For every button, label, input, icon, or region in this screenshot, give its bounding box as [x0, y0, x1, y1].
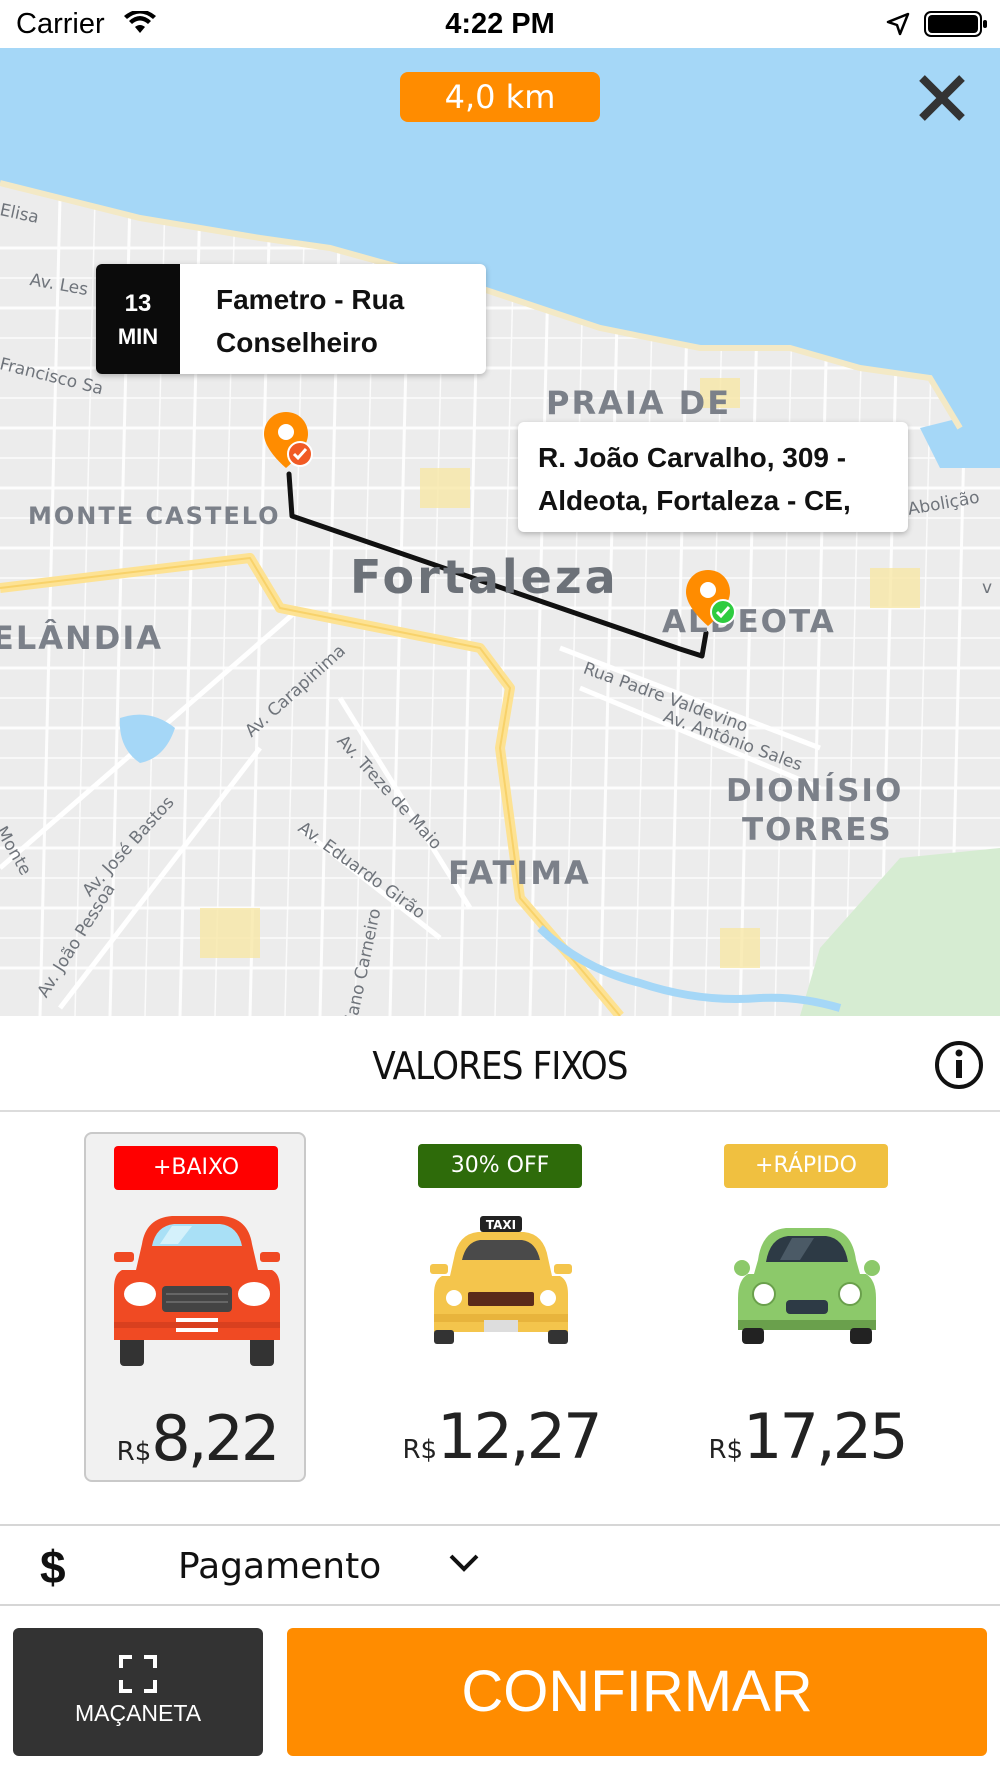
eta-value: 13 — [124, 290, 152, 317]
status-bar: Carrier 4:22 PM — [0, 0, 1000, 48]
handle-button[interactable]: MAÇANETA — [13, 1628, 263, 1756]
green-car-icon — [722, 1202, 892, 1377]
fares-header: VALORES FIXOS — [0, 1016, 1000, 1112]
currency-label: R$ — [708, 1435, 744, 1465]
price-badge: +BAIXO — [114, 1146, 278, 1190]
vehicle-option-baixo[interactable]: +BAIXO R$8,22 — [84, 1132, 306, 1482]
battery-icon — [924, 10, 988, 43]
map-label-praia: PRAIA DE — [546, 384, 732, 422]
dollar-icon: $ — [40, 1541, 66, 1593]
price-amount: 8,22 — [151, 1402, 280, 1475]
destination-callout[interactable]: R. João Carvalho, 309 - Aldeota, Fortale… — [518, 422, 908, 532]
price-value: R$17,25 — [696, 1400, 918, 1473]
eta-box: 13 MIN — [96, 264, 180, 374]
vehicle-option-30off[interactable]: 30% OFF TAXI R$12,27 — [390, 1132, 612, 1482]
taxi-car-icon: TAXI — [416, 1202, 586, 1377]
map-view[interactable]: Fortaleza PRAIA DE MONTE CASTELO ALDEOTA… — [0, 48, 1000, 1016]
map-label-elandia: ELÂNDIA — [0, 619, 164, 657]
eta-unit: MIN — [117, 324, 159, 349]
svg-text:TAXI: TAXI — [486, 1218, 516, 1232]
price-badge: 30% OFF — [418, 1144, 582, 1188]
distance-badge: 4,0 km — [400, 72, 600, 122]
chevron-down-icon[interactable] — [448, 1552, 480, 1579]
action-bar: MAÇANETA CONFIRMAR — [0, 1608, 1000, 1778]
price-amount: 17,25 — [743, 1400, 908, 1473]
currency-label: R$ — [116, 1437, 152, 1467]
destination-address: R. João Carvalho, 309 - Aldeota, Fortale… — [538, 442, 851, 516]
origin-callout[interactable]: 13 MIN Fametro - Rua Conselheiro — [96, 264, 486, 374]
price-amount: 12,27 — [437, 1400, 602, 1473]
close-icon — [919, 75, 965, 121]
confirm-button[interactable]: CONFIRMAR — [287, 1628, 987, 1756]
fares-title: VALORES FIXOS — [372, 1044, 628, 1088]
origin-address: Fametro - Rua Conselheiro — [216, 284, 405, 358]
currency-label: R$ — [402, 1435, 438, 1465]
map-label-city: Fortaleza — [350, 550, 619, 604]
close-button[interactable] — [912, 68, 972, 128]
map-label-monte-castelo: MONTE CASTELO — [28, 502, 281, 530]
red-car-icon — [112, 1204, 282, 1379]
map-label-torres: TORRES — [742, 812, 893, 848]
payment-label: Pagamento — [178, 1546, 382, 1587]
price-badge: +RÁPIDO — [724, 1144, 888, 1188]
clock: 4:22 PM — [445, 8, 555, 40]
price-value: R$12,27 — [390, 1400, 612, 1473]
street-label: v — [982, 578, 993, 598]
map-label-fatima: FATIMA — [448, 854, 591, 892]
payment-selector[interactable]: $ Pagamento — [0, 1528, 1000, 1606]
origin-pin-icon[interactable] — [264, 412, 314, 485]
destination-pin-icon[interactable] — [686, 570, 738, 643]
expand-icon — [119, 1655, 157, 1693]
vehicle-option-rapido[interactable]: +RÁPIDO R$17,25 — [696, 1132, 918, 1482]
map-label-dionisio: DIONÍSIO — [726, 773, 904, 809]
price-value: R$8,22 — [86, 1402, 308, 1475]
info-icon[interactable] — [934, 1040, 984, 1095]
vehicle-options: +BAIXO R$8,22 30% OFF TAXI R$12,27 +RÁPI… — [0, 1112, 1000, 1526]
handle-label: MAÇANETA — [74, 1700, 202, 1726]
location-arrow-icon — [886, 12, 910, 41]
